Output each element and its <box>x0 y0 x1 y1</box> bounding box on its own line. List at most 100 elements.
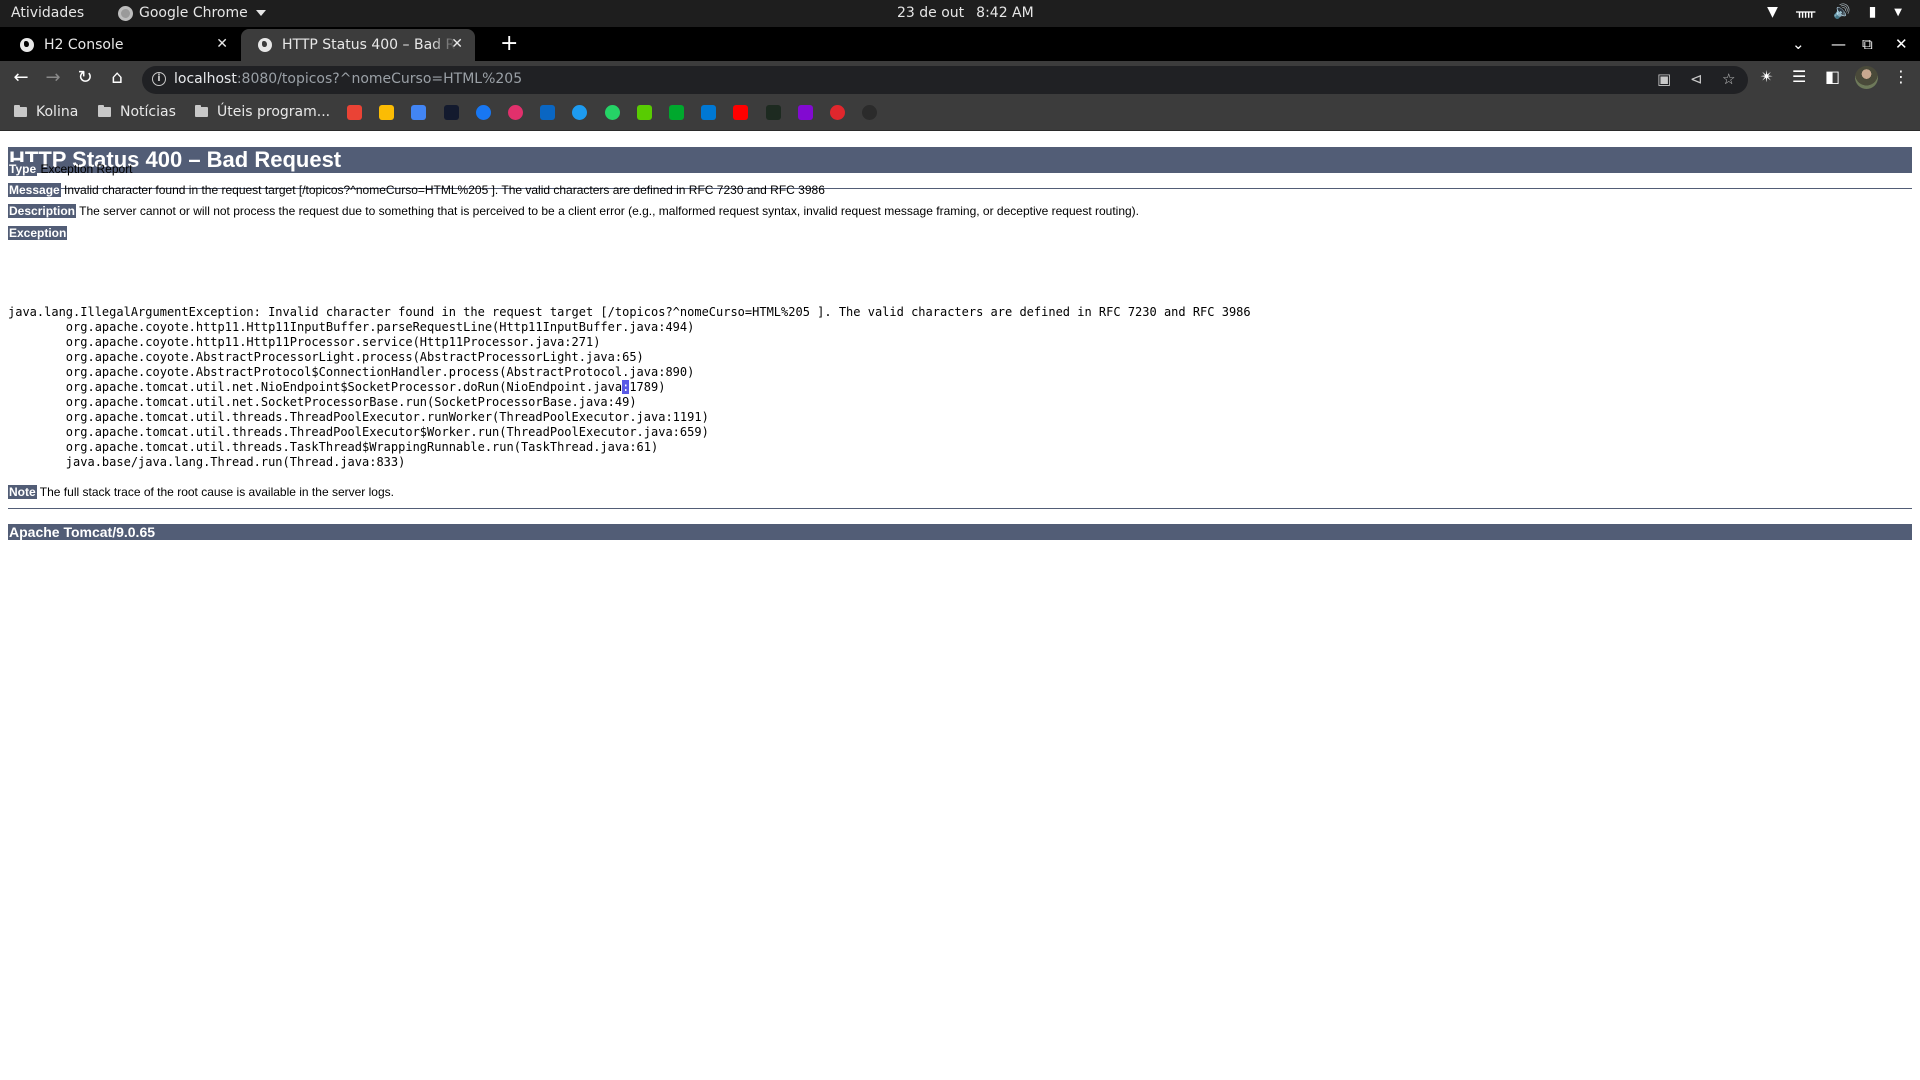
app-name: Google Chrome <box>139 5 248 21</box>
bookmark-folder-noticias[interactable]: Notícias <box>98 104 176 120</box>
description-row: Description The server cannot or will no… <box>8 204 1139 218</box>
bookmark-outlook-icon[interactable] <box>701 105 717 120</box>
page-title: HTTP Status 400 – Bad Request <box>8 147 1912 173</box>
bookmark-whatsapp-icon[interactable] <box>604 105 620 120</box>
description-value: The server cannot or will not process th… <box>79 204 1140 218</box>
forward-icon[interactable]: → <box>40 65 66 91</box>
bookmark-evernote-icon[interactable] <box>669 105 684 120</box>
tab-strip: H2 Console ✕ HTTP Status 400 – Bad Reque… <box>0 27 1920 61</box>
media-controls-icon[interactable]: ☰ <box>1792 67 1806 86</box>
bookmark-youtube-icon[interactable] <box>733 105 749 120</box>
bookmark-amazon-icon[interactable] <box>443 105 459 120</box>
type-value: Exception Report <box>40 162 133 176</box>
stack-trace-lines: org.apache.coyote.http11.Http11InputBuff… <box>8 320 709 469</box>
profile-avatar[interactable] <box>1855 66 1878 89</box>
tab-search-icon[interactable]: ⌄ <box>1792 27 1805 61</box>
system-tray[interactable]: ▼ ᚅ 🔊 ▮ ▼ <box>1767 4 1902 20</box>
stack-trace-line: java.base/java.lang.Thread.run(Thread.ja… <box>8 455 406 469</box>
clock-date: 23 de out <box>897 5 965 21</box>
system-top-bar: Atividades Google Chrome 23 de out 8:42 … <box>0 0 1920 27</box>
bookmark-label: Úteis program... <box>217 104 331 120</box>
url-host: localhost <box>174 71 237 87</box>
address-bar[interactable]: i localhost:8080/topicos?^nomeCurso=HTML… <box>142 66 1748 94</box>
tab-title: HTTP Status 400 – Bad Request <box>282 37 457 53</box>
chrome-icon <box>118 5 133 21</box>
stack-trace-line: org.apache.tomcat.util.threads.ThreadPoo… <box>8 410 709 424</box>
url-text[interactable]: localhost:8080/topicos?^nomeCurso=HTML%2… <box>174 71 522 87</box>
bookmark-bookmark-dark-icon[interactable] <box>765 105 781 120</box>
bookmark-label: Notícias <box>120 104 176 120</box>
globe-icon <box>20 38 34 52</box>
reload-icon[interactable]: ↻ <box>72 65 98 91</box>
bookmark-linkedin-icon[interactable] <box>540 105 556 120</box>
exception-header: java.lang.IllegalArgumentException: Inva… <box>8 305 1251 319</box>
folder-icon <box>14 105 27 117</box>
close-window-icon[interactable]: ✕ <box>1895 27 1908 61</box>
site-info-icon[interactable]: i <box>152 72 166 86</box>
tab-title: H2 Console <box>44 37 124 53</box>
side-panel-icon[interactable]: ◧ <box>1825 67 1840 86</box>
bookmark-google-translate-icon[interactable] <box>411 105 427 120</box>
description-label: Description <box>8 204 77 218</box>
bookmark-nubank-icon[interactable] <box>797 105 813 120</box>
folder-icon <box>98 105 111 117</box>
bookmark-folder-uteis[interactable]: Úteis program... <box>195 104 330 120</box>
exception-row: Exception <box>8 226 68 240</box>
bluetooth-icon: ᚅ <box>1795 4 1816 20</box>
folder-icon <box>195 105 208 117</box>
close-tab-icon[interactable]: ✕ <box>216 36 228 52</box>
stack-trace-line: org.apache.coyote.http11.Http11Processor… <box>8 335 601 349</box>
home-icon[interactable]: ⌂ <box>104 65 130 91</box>
back-icon[interactable]: ← <box>8 65 34 91</box>
tab-h2-console[interactable]: H2 Console ✕ <box>8 29 240 61</box>
app-menu[interactable]: Google Chrome <box>118 5 266 21</box>
bookmark-folder-kolina[interactable]: Kolina <box>14 104 78 120</box>
volume-icon: 🔊 <box>1833 4 1851 20</box>
clock[interactable]: 23 de out 8:42 AM <box>897 5 1034 21</box>
bookmark-gmail-icon[interactable] <box>347 105 362 120</box>
exception-label: Exception <box>8 226 68 240</box>
stack-trace-line: org.apache.coyote.http11.Http11InputBuff… <box>8 320 695 334</box>
clock-time: 8:42 AM <box>976 5 1034 21</box>
message-row: Message Invalid character found in the r… <box>8 183 825 197</box>
type-label: Type <box>8 162 38 176</box>
stack-trace-line: org.apache.tomcat.util.threads.TaskThrea… <box>8 440 659 454</box>
close-tab-icon[interactable]: ✕ <box>451 36 463 52</box>
menu-kebab-icon[interactable]: ⋮ <box>1893 67 1909 86</box>
extensions-icon[interactable]: ✴ <box>1760 67 1773 86</box>
translate-icon[interactable]: ▣ <box>1657 70 1671 88</box>
new-tab-button[interactable]: + <box>500 29 518 59</box>
share-icon[interactable]: ⊲ <box>1690 70 1703 88</box>
note-row: Note The full stack trace of the root ca… <box>8 485 394 499</box>
divider <box>8 508 1912 509</box>
stack-trace-line: org.apache.coyote.AbstractProtocol$Conne… <box>8 365 695 379</box>
system-menu-icon: ▼ <box>1894 6 1902 18</box>
bookmark-label: Kolina <box>36 104 79 120</box>
note-value: The full stack trace of the root cause i… <box>39 485 394 499</box>
stack-trace[interactable]: java.lang.IllegalArgumentException: Inva… <box>8 305 1251 470</box>
bookmark-instagram-icon[interactable] <box>508 105 523 120</box>
message-label: Message <box>8 183 61 197</box>
battery-icon: ▮ <box>1868 4 1877 20</box>
stack-trace-line: org.apache.tomcat.util.net.NioEndpoint$S… <box>8 380 666 394</box>
error-page: HTTP Status 400 – Bad Request Type Excep… <box>0 132 1920 1080</box>
stack-trace-line: org.apache.coyote.AbstractProcessorLight… <box>8 350 644 364</box>
globe-icon <box>258 38 272 52</box>
bookmark-star-icon[interactable]: ☆ <box>1722 70 1735 88</box>
bookmark-google-photos-icon[interactable] <box>379 105 395 120</box>
text-selection: : <box>622 380 630 394</box>
url-path: :8080/topicos?^nomeCurso=HTML%205 <box>236 71 523 87</box>
bookmark-mb-icon[interactable] <box>830 105 845 120</box>
restore-icon[interactable]: ⧉ <box>1862 27 1873 61</box>
server-footer: Apache Tomcat/9.0.65 <box>8 524 1912 540</box>
bookmark-github-icon[interactable] <box>862 105 878 120</box>
browser-toolbar: ← → ↻ ⌂ i localhost:8080/topicos?^nomeCu… <box>0 61 1920 95</box>
tab-http-status-400[interactable]: HTTP Status 400 – Bad Request ✕ <box>241 29 475 61</box>
bookmark-facebook-icon[interactable] <box>475 105 491 120</box>
minimize-icon[interactable]: — <box>1831 27 1846 61</box>
bookmark-duolingo-icon[interactable] <box>636 105 652 120</box>
activities-button[interactable]: Atividades <box>11 5 84 21</box>
note-label: Note <box>8 485 37 499</box>
stack-trace-line: org.apache.tomcat.util.threads.ThreadPoo… <box>8 425 709 439</box>
bookmark-twitter-icon[interactable] <box>572 105 588 120</box>
